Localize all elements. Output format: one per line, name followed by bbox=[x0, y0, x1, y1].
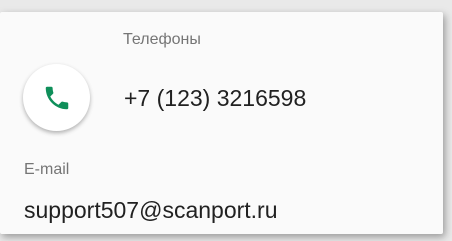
phones-section-label: Телефоны bbox=[123, 31, 201, 48]
contact-card: Телефоны +7 (123) 3216598 E-mail support… bbox=[0, 12, 443, 234]
phone-number-link[interactable]: +7 (123) 3216598 bbox=[124, 85, 306, 112]
phone-icon bbox=[45, 86, 68, 109]
email-section-label: E-mail bbox=[24, 161, 70, 178]
call-button[interactable] bbox=[23, 64, 90, 131]
email-link[interactable]: support507@scanport.ru bbox=[24, 197, 278, 224]
